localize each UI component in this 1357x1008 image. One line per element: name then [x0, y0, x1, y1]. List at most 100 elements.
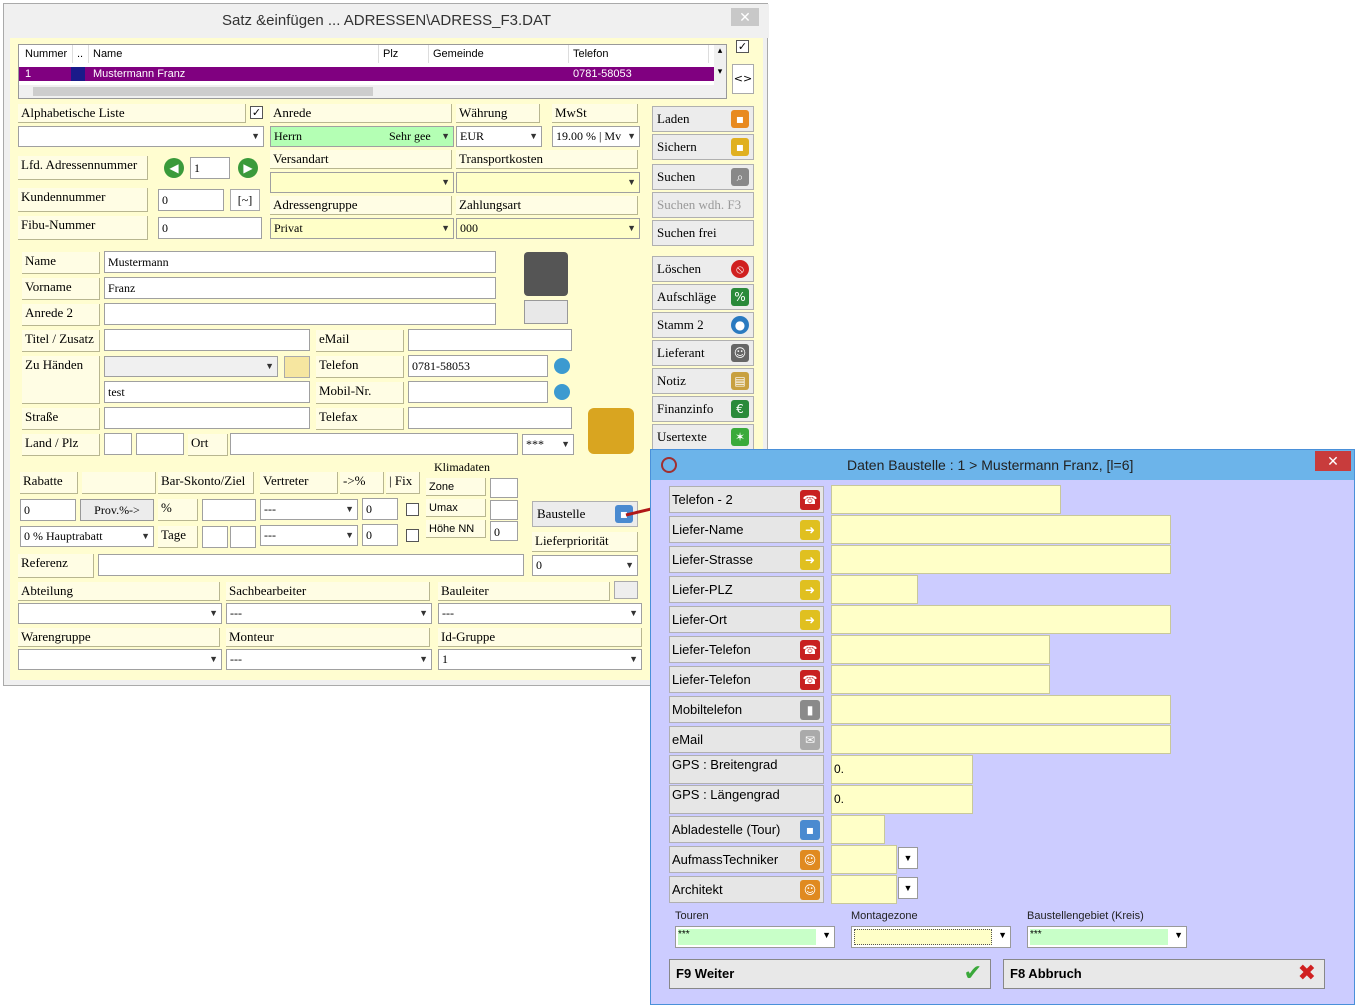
kundennummer-button[interactable]: [~] [230, 189, 260, 211]
col-dots[interactable]: .. [73, 45, 89, 63]
stamm2-button[interactable]: Stamm 2 ● [652, 312, 754, 338]
liefer-telefon2-input[interactable] [831, 665, 1050, 694]
hauptrabatt-select[interactable]: 0 % Hauptrabatt ▼ [20, 526, 154, 547]
liefer-ort-input[interactable] [831, 605, 1171, 634]
waehrung-select[interactable]: EUR ▼ [456, 126, 542, 147]
lfd-input[interactable]: 1 [190, 157, 230, 179]
zahlungsart-select[interactable]: 000 ▼ [456, 218, 640, 239]
liefer-telefon-input[interactable] [831, 635, 1050, 664]
vertreter1-select[interactable]: --- ▼ [260, 499, 358, 520]
touren-select[interactable]: *** ▼ [675, 926, 835, 948]
table-icon[interactable] [524, 300, 568, 324]
plz-input[interactable] [136, 433, 184, 455]
idgruppe-select[interactable]: 1 ▼ [438, 649, 642, 670]
suchen-frei-button[interactable]: Suchen frei [652, 220, 754, 246]
alpha-list-select[interactable]: ▼ [18, 126, 264, 147]
adressengruppe-select[interactable]: Privat ▼ [270, 218, 454, 239]
liefer-plz-input[interactable] [831, 575, 918, 604]
binder-icon[interactable] [524, 252, 568, 296]
umax-input[interactable] [490, 500, 518, 520]
close-icon[interactable]: ✕ [731, 8, 759, 26]
mobiltelefon-input[interactable] [831, 695, 1171, 724]
abteilung-select[interactable]: ▼ [18, 603, 222, 624]
col-gemeinde[interactable]: Gemeinde [429, 45, 569, 63]
telefax-input[interactable] [408, 407, 572, 429]
referenz-input[interactable] [98, 554, 524, 576]
globe-icon[interactable] [554, 384, 570, 400]
aufmasstechniker-input[interactable] [831, 845, 897, 874]
gps-laengengrad-input[interactable]: 0. [831, 785, 973, 814]
col-nummer[interactable]: Nummer [21, 45, 73, 63]
mobil-input[interactable] [408, 381, 548, 403]
monteur-select[interactable]: --- ▼ [226, 649, 432, 670]
land-input[interactable] [104, 433, 132, 455]
address-grid[interactable]: Nummer .. Name Plz Gemeinde Telefon 1 Mu… [18, 44, 727, 99]
liefer-strasse-input[interactable] [831, 545, 1171, 574]
kundennummer-input[interactable]: 0 [158, 189, 224, 211]
pct1-input[interactable]: 0 [362, 498, 398, 520]
anrede-select[interactable]: Herrn Sehr gee ▼ [270, 126, 454, 147]
baustellengebiet-select[interactable]: *** ▼ [1027, 926, 1187, 948]
sachbearbeiter-select[interactable]: --- ▼ [226, 603, 432, 624]
notiz-button[interactable]: Notiz ▤ [652, 368, 754, 394]
vorname-input[interactable]: Franz [104, 277, 496, 299]
chevron-down-icon[interactable]: ▼ [898, 877, 918, 899]
finanzinfo-button[interactable]: Finanzinfo € [652, 396, 754, 422]
sichern-button[interactable]: Sichern ▪ [652, 134, 754, 160]
suchen-button[interactable]: Suchen ⌕ [652, 164, 754, 190]
alpha-list-checkbox[interactable]: ✓ [250, 106, 263, 119]
titel-input[interactable] [104, 329, 310, 351]
gps-breitengrad-input[interactable]: 0. [831, 755, 973, 784]
scrollbar-thumb[interactable] [33, 87, 373, 96]
col-plz[interactable]: Plz [379, 45, 429, 63]
ziel-input[interactable] [230, 526, 256, 548]
liefer-name-input[interactable] [831, 515, 1171, 544]
tage-input[interactable] [202, 526, 228, 548]
country-select[interactable]: *** ▼ [522, 434, 574, 455]
chevron-down-icon[interactable]: ▼ [898, 847, 918, 869]
skonto-input[interactable] [202, 499, 256, 521]
usertexte-button[interactable]: Usertexte ✶ [652, 424, 754, 450]
telefon-input[interactable]: 0781-58053 [408, 355, 548, 377]
name-input[interactable]: Mustermann [104, 251, 496, 273]
anrede2-input[interactable] [104, 303, 496, 325]
weiter-button[interactable]: F9 Weiter ✔ [669, 959, 991, 989]
ort-input[interactable] [230, 433, 518, 455]
loeschen-button[interactable]: Löschen ⦸ [652, 256, 754, 282]
lieferprio-select[interactable]: 0 ▼ [532, 555, 638, 576]
transportkosten-select[interactable]: ▼ [456, 172, 640, 193]
email-input[interactable] [831, 725, 1171, 754]
telefon2-input[interactable] [831, 485, 1061, 514]
fix1-checkbox[interactable] [406, 503, 419, 516]
pct2-input[interactable]: 0 [362, 524, 398, 546]
vertreter2-select[interactable]: --- ▼ [260, 525, 358, 546]
rabatt-input[interactable]: 0 [20, 499, 76, 521]
close-icon[interactable]: ✕ [1315, 451, 1351, 471]
fibu-input[interactable]: 0 [158, 217, 262, 239]
prev-arrow-icon[interactable]: ◀ [164, 158, 184, 178]
architekt-input[interactable] [831, 875, 897, 904]
strasse-input[interactable] [104, 407, 310, 429]
hoehe-input[interactable]: 0 [490, 521, 518, 541]
pin-icon[interactable] [614, 581, 638, 599]
next-arrow-icon[interactable]: ▶ [238, 158, 258, 178]
edit-icon[interactable] [284, 356, 310, 378]
lieferant-button[interactable]: Lieferant ☺ [652, 340, 754, 366]
warengruppe-select[interactable]: ▼ [18, 649, 222, 670]
zu-haenden-input[interactable]: test [104, 381, 310, 403]
zone-input[interactable] [490, 478, 518, 498]
mwst-select[interactable]: 19.00 % | Mv ▼ [552, 126, 640, 147]
zu-haenden-select[interactable]: ▼ [104, 356, 278, 377]
col-telefon[interactable]: Telefon [569, 45, 709, 63]
table-row[interactable]: 1 Mustermann Franz 0781-58053 [19, 67, 716, 81]
aufschlaege-button[interactable]: Aufschläge% [652, 284, 754, 310]
bauleiter-select[interactable]: --- ▼ [438, 603, 642, 624]
suchen-wdh-button[interactable]: Suchen wdh. F3 [652, 192, 754, 218]
vertical-scrollbar[interactable]: ▴ ▾ [714, 45, 726, 98]
versandart-select[interactable]: ▼ [270, 172, 454, 193]
coins-search-icon[interactable] [588, 408, 634, 454]
email-input[interactable] [408, 329, 572, 351]
fix2-checkbox[interactable] [406, 529, 419, 542]
abbruch-button[interactable]: F8 Abbruch ✖ [1003, 959, 1325, 989]
prov-button[interactable]: Prov.%-> [80, 499, 154, 521]
